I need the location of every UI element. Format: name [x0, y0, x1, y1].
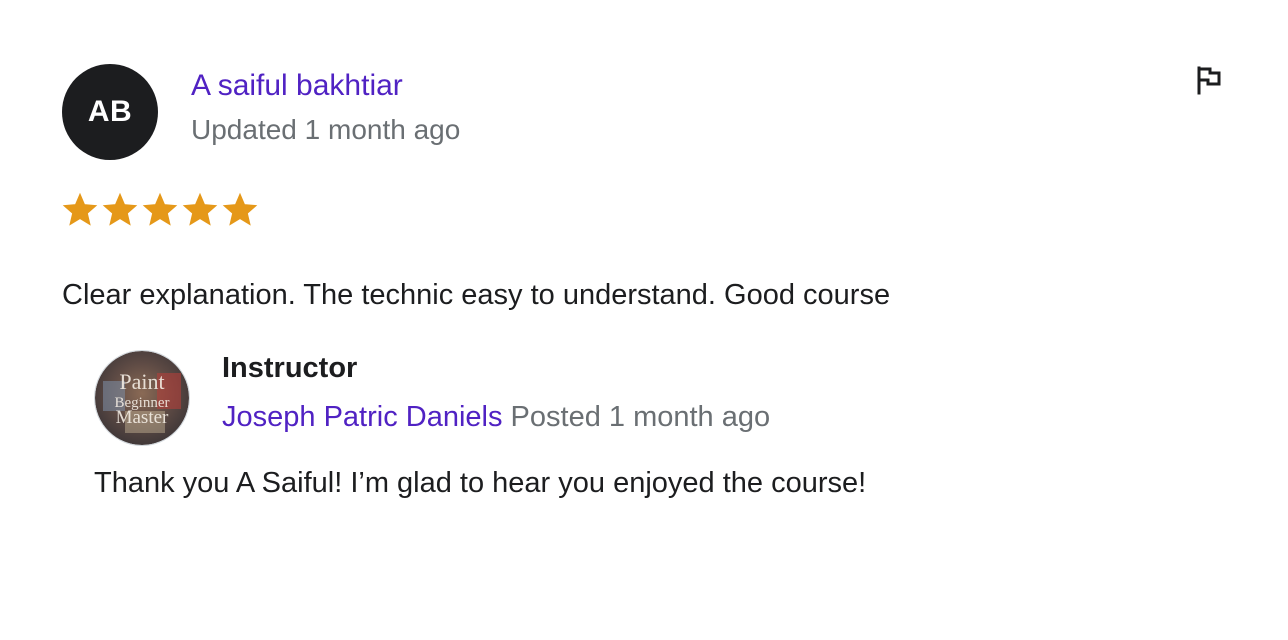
review-text: Clear explanation. The technic easy to u…	[62, 279, 891, 311]
reply-text: Thank you A Saiful! I’m glad to hear you…	[94, 467, 867, 499]
instructor-line: Joseph Patric Daniels Posted 1 month ago	[222, 401, 770, 434]
rating-stars	[62, 192, 258, 232]
review-card: AB A saiful bakhtiar Updated 1 month ago…	[0, 0, 1288, 640]
avatar-initials: AB	[87, 95, 133, 128]
avatar-text-line-3: Master	[116, 407, 169, 428]
report-button[interactable]	[1192, 63, 1226, 97]
avatar-text-line-1: Paint	[119, 369, 164, 394]
star-icon	[62, 192, 98, 226]
instructor-avatar: Paint Beginner Master	[95, 351, 189, 445]
star-icon	[222, 192, 258, 226]
star-icon	[142, 192, 178, 226]
star-icon	[182, 192, 218, 226]
flag-icon	[1197, 66, 1221, 95]
reviewer-name[interactable]: A saiful bakhtiar	[191, 69, 403, 103]
star-icon	[102, 192, 138, 226]
reply-timestamp: Posted 1 month ago	[510, 401, 771, 433]
review-timestamp: Updated 1 month ago	[191, 114, 461, 145]
instructor-label: Instructor	[222, 352, 358, 384]
instructor-name[interactable]: Joseph Patric Daniels	[222, 401, 502, 433]
avatar: AB	[62, 64, 158, 160]
